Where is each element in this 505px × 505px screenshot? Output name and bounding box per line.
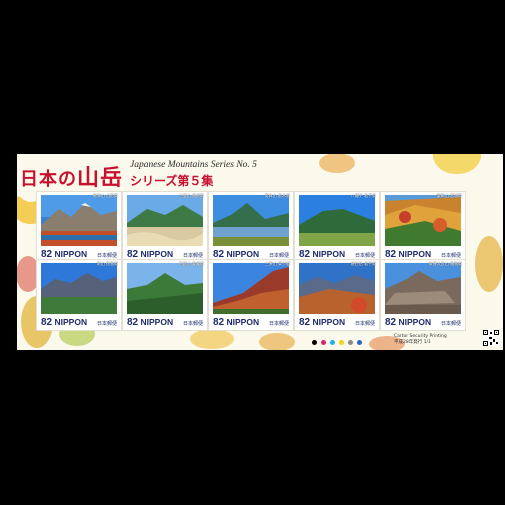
registration-dot xyxy=(312,340,317,345)
stamp-denomination: 82 NIPPON xyxy=(41,317,88,328)
stamp-image xyxy=(299,263,375,314)
stamp-4[interactable]: 八幡平 岩手県 82 NIPPON 日本郵便 xyxy=(295,192,379,262)
post-label: 日本郵便 xyxy=(182,253,203,259)
stamp-denomination: 82 NIPPON xyxy=(385,317,432,328)
post-label: 日本郵便 xyxy=(440,253,461,259)
stamp-caption: 八幡平 岩手県 xyxy=(350,193,376,198)
post-label: 日本郵便 xyxy=(354,321,375,327)
maple-leaf-icon xyxy=(319,154,355,173)
stamp-1[interactable]: 鳥海山 山形県 82 NIPPON 日本郵便 xyxy=(37,192,121,262)
stamp-denomination: 82 NIPPON xyxy=(299,317,346,328)
stamp-caption: 安達太良山 福島県 xyxy=(428,261,462,266)
registration-dot xyxy=(321,340,326,345)
stamp-caption: 剣山 徳島県 xyxy=(96,261,118,266)
stamp-image xyxy=(127,195,203,246)
stamp-8[interactable]: 三原山 東京都 82 NIPPON 日本郵便 xyxy=(209,260,293,330)
stamp-image xyxy=(385,263,461,314)
stamp-3[interactable]: 男体山 栃木県 82 NIPPON 日本郵便 xyxy=(209,192,293,262)
stamp-caption: 男体山 栃木県 xyxy=(264,193,290,198)
leaf-icon xyxy=(475,236,503,292)
stamp-image xyxy=(299,195,375,246)
sheet-title-japanese: 日本の山岳 xyxy=(20,160,123,192)
stamp-image xyxy=(41,195,117,246)
stamp-caption: 焼石岳 岩手県 xyxy=(350,261,376,266)
stamp-denomination: 82 NIPPON xyxy=(41,249,88,260)
stamp-caption: 三瓶山 島根県 xyxy=(178,193,204,198)
post-label: 日本郵便 xyxy=(96,321,117,327)
leaf-icon xyxy=(259,333,295,350)
stamp-caption: 三原山 東京都 xyxy=(264,261,290,266)
stamp-image xyxy=(213,195,289,246)
stamp-10[interactable]: 安達太良山 福島県 82 NIPPON 日本郵便 xyxy=(381,260,465,330)
stamp-denomination: 82 NIPPON xyxy=(213,249,260,260)
registration-dot xyxy=(330,340,335,345)
printer-imprint: Cartor Security Printing 平成28年発行 1/1 xyxy=(394,334,447,346)
stamp-5[interactable]: 栗駒山 宮城県 82 NIPPON 日本郵便 xyxy=(381,192,465,262)
stamp-9[interactable]: 焼石岳 岩手県 82 NIPPON 日本郵便 xyxy=(295,260,379,330)
registration-marks xyxy=(312,340,362,345)
registration-dot xyxy=(339,340,344,345)
stamp-caption: 石鎚山 愛媛県 xyxy=(178,261,204,266)
stamp-7[interactable]: 石鎚山 愛媛県 82 NIPPON 日本郵便 xyxy=(123,260,207,330)
title-part-b: 山岳 xyxy=(77,165,124,191)
title-part-a: 日本の xyxy=(20,169,77,190)
stamp-image xyxy=(385,195,461,246)
stamp-denomination: 82 NIPPON xyxy=(213,317,260,328)
sheet-title-english: Japanese Mountains Series No. 5 xyxy=(130,160,257,170)
stamp-image xyxy=(127,263,203,314)
qr-code-icon xyxy=(483,330,499,346)
post-label: 日本郵便 xyxy=(182,321,203,327)
stamp-image xyxy=(213,263,289,314)
post-label: 日本郵便 xyxy=(268,253,289,259)
stamp-denomination: 82 NIPPON xyxy=(299,249,346,260)
post-label: 日本郵便 xyxy=(96,253,117,259)
stamp-6[interactable]: 剣山 徳島県 82 NIPPON 日本郵便 xyxy=(37,260,121,330)
stamp-image xyxy=(41,263,117,314)
stamp-denomination: 82 NIPPON xyxy=(127,317,174,328)
issue-date: 平成28年発行 1/1 xyxy=(394,340,431,345)
stamp-caption: 鳥海山 山形県 xyxy=(92,193,118,198)
registration-dot xyxy=(348,340,353,345)
stamp-2[interactable]: 三瓶山 島根県 82 NIPPON 日本郵便 xyxy=(123,192,207,262)
stamp-denomination: 82 NIPPON xyxy=(127,249,174,260)
registration-dot xyxy=(357,340,362,345)
stamp-denomination: 82 NIPPON xyxy=(385,249,432,260)
post-label: 日本郵便 xyxy=(268,321,289,327)
post-label: 日本郵便 xyxy=(440,321,461,327)
post-label: 日本郵便 xyxy=(354,253,375,259)
stamp-caption: 栗駒山 宮城県 xyxy=(436,193,462,198)
sheet-series-number: シリーズ第５集 xyxy=(130,174,214,188)
